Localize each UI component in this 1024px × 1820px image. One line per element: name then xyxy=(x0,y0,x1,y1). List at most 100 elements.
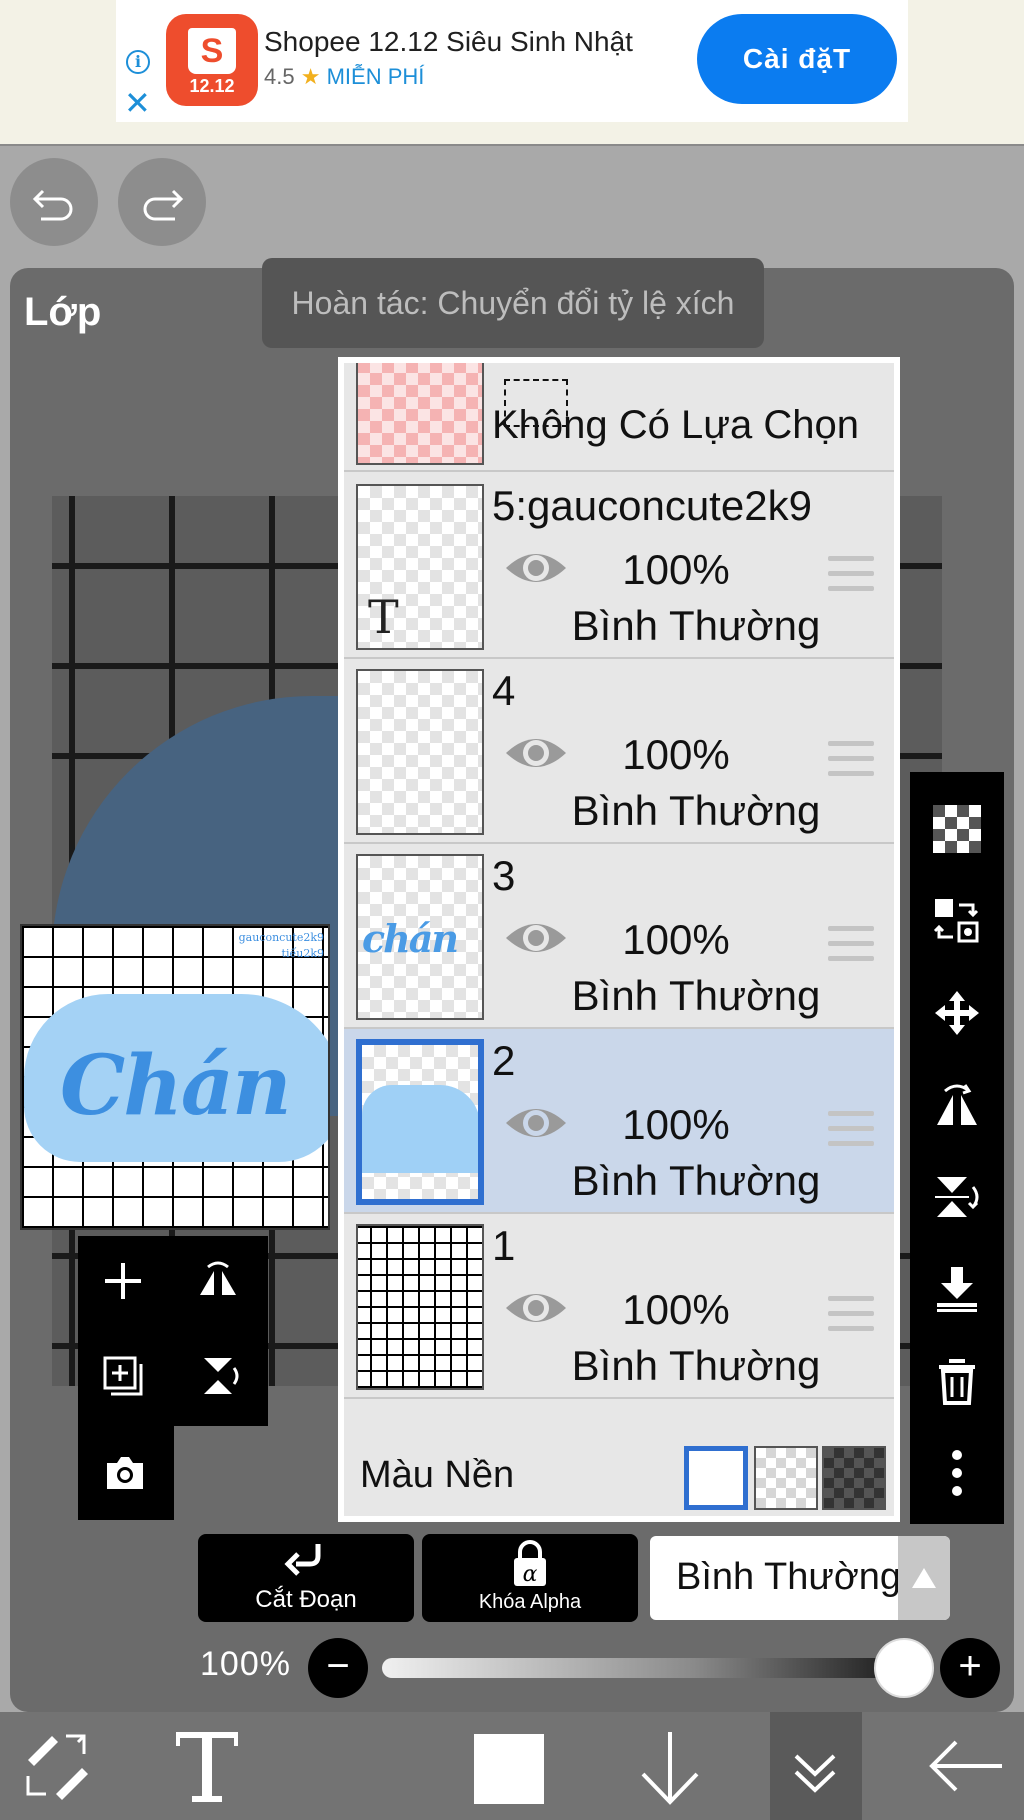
eye-icon[interactable] xyxy=(504,1101,568,1145)
alpha-lock-label: Khóa Alpha xyxy=(478,1591,582,1613)
camera-icon xyxy=(107,1457,143,1489)
alpha-lock-icon: α xyxy=(514,1540,546,1587)
layer-opacity: 100% xyxy=(622,1101,730,1148)
background-dark-swatch[interactable] xyxy=(822,1446,886,1510)
clipping-arrow-icon xyxy=(284,1544,321,1576)
back-arrow-icon xyxy=(929,1740,1002,1792)
more-icon xyxy=(952,1450,962,1496)
layer-swap-icon xyxy=(933,899,979,943)
ad-info-icon[interactable]: i xyxy=(126,50,150,74)
alpha-lock-button[interactable]: α Khóa Alpha xyxy=(422,1534,638,1622)
layer-opacity: 100% xyxy=(622,546,730,593)
ad-free-label: MIỄN PHÍ xyxy=(326,64,425,89)
eye-icon[interactable] xyxy=(504,1286,568,1330)
move-icon xyxy=(935,991,979,1035)
flip-vertical-button[interactable] xyxy=(910,1152,1004,1242)
download-button[interactable] xyxy=(620,1712,720,1820)
layer-row-1[interactable]: 1 100% Bình Thường xyxy=(344,1214,894,1399)
color-swatch-button[interactable] xyxy=(460,1712,560,1820)
clipping-label: Cắt Đoạn xyxy=(255,1586,357,1613)
shopee-logo: S 12.12 xyxy=(166,14,258,106)
layer-thumb-5: T xyxy=(356,484,484,650)
flip-horizontal-button[interactable] xyxy=(910,1060,1004,1150)
preview-watermark: gauconcute2k9 tiếu2k9 xyxy=(239,930,324,962)
bottom-toolbar xyxy=(0,1712,1024,1820)
layer-name: 4 xyxy=(492,667,516,714)
ad-card[interactable]: i ✕ S 12.12 Shopee 12.12 Siêu Sinh Nhật … xyxy=(116,0,908,122)
plus-icon xyxy=(105,1263,141,1299)
layer-thumb-3: chán xyxy=(356,854,484,1020)
selection-layer-row[interactable]: Không Có Lựa Chọn xyxy=(344,363,894,472)
layer-mini-tools-camera xyxy=(78,1426,174,1520)
preview-watermark-line2: tiếu2k9 xyxy=(281,947,324,960)
transform-button[interactable] xyxy=(0,1712,110,1820)
ad-close-icon[interactable]: ✕ xyxy=(124,87,151,119)
background-color-row: Màu Nền xyxy=(344,1434,894,1516)
transparency-icon xyxy=(933,805,981,853)
merge-down-button[interactable] xyxy=(910,1244,1004,1334)
layer-thumb-cloud xyxy=(362,1085,478,1173)
layer-name: 3 xyxy=(492,852,516,899)
layer-swap-button[interactable] xyxy=(910,876,1004,966)
background-color-label: Màu Nền xyxy=(360,1454,515,1496)
back-button[interactable] xyxy=(912,1712,1024,1820)
flip-horizontal-icon xyxy=(200,1261,236,1295)
redo-button[interactable] xyxy=(118,158,206,246)
install-button[interactable]: Cài đặT xyxy=(697,14,897,104)
opacity-slider-thumb[interactable] xyxy=(874,1638,934,1698)
flip-horizontal-icon xyxy=(937,1084,977,1125)
collapse-button[interactable] xyxy=(770,1712,862,1820)
opacity-slider[interactable] xyxy=(382,1658,902,1678)
star-icon: ★ xyxy=(300,64,321,89)
delete-layer-button[interactable] xyxy=(910,1336,1004,1426)
text-tool-icon xyxy=(176,1732,238,1802)
redo-icon xyxy=(143,189,184,221)
layer-name: 5:gauconcute2k9 xyxy=(492,482,812,529)
drag-handle-icon[interactable] xyxy=(828,556,874,601)
opacity-increase-button[interactable]: + xyxy=(940,1638,1000,1698)
layer-row-2[interactable]: 2 100% Bình Thường xyxy=(344,1029,894,1214)
opacity-decrease-button[interactable]: − xyxy=(308,1638,368,1698)
drag-handle-icon[interactable] xyxy=(828,926,874,971)
eye-icon[interactable] xyxy=(504,546,568,590)
blend-mode-toggle[interactable] xyxy=(898,1536,950,1620)
layer-name: 1 xyxy=(492,1222,516,1269)
layer-row-3[interactable]: chán 3 100% Bình Thường xyxy=(344,844,894,1029)
blend-mode-select[interactable]: Bình Thường xyxy=(650,1536,950,1620)
merge-down-icon xyxy=(937,1267,977,1312)
layer-blend-mode: Bình Thường xyxy=(571,787,821,834)
text-tool-button[interactable] xyxy=(150,1712,260,1820)
collapse-icon xyxy=(794,1754,836,1793)
flip-vertical-icon xyxy=(204,1358,239,1394)
undo-button[interactable] xyxy=(10,158,98,246)
duplicate-layer-button[interactable] xyxy=(78,1331,168,1421)
add-layer-button[interactable] xyxy=(78,1236,168,1326)
selection-layer-thumb xyxy=(356,363,484,465)
move-button[interactable] xyxy=(910,968,1004,1058)
eye-icon[interactable] xyxy=(504,731,568,775)
drag-handle-icon[interactable] xyxy=(828,741,874,786)
eye-icon[interactable] xyxy=(504,916,568,960)
text-layer-icon: T xyxy=(368,590,399,644)
duplicate-icon xyxy=(103,1356,143,1396)
preview-watermark-line1: gauconcute2k9 xyxy=(238,931,324,944)
opacity-label: 100% xyxy=(200,1645,291,1683)
layer-blend-mode: Bình Thường xyxy=(571,1342,821,1389)
camera-button[interactable] xyxy=(80,1428,170,1518)
layer-row-4[interactable]: 4 100% Bình Thường xyxy=(344,659,894,844)
flip-vertical-icon xyxy=(935,1177,979,1217)
background-white-swatch[interactable] xyxy=(684,1446,748,1510)
drag-handle-icon[interactable] xyxy=(828,1296,874,1341)
transparency-button[interactable] xyxy=(910,784,1004,874)
layer-blend-mode: Bình Thường xyxy=(571,1157,821,1204)
trash-icon xyxy=(939,1359,975,1405)
flip-layer-vertical-button[interactable] xyxy=(173,1331,263,1421)
flip-layer-horizontal-button[interactable] xyxy=(173,1236,263,1326)
clipping-button[interactable]: Cắt Đoạn xyxy=(198,1534,414,1622)
background-transparent-swatch[interactable] xyxy=(754,1446,818,1510)
download-icon xyxy=(641,1732,699,1805)
ad-banner: i ✕ S 12.12 Shopee 12.12 Siêu Sinh Nhật … xyxy=(0,0,1024,146)
layer-row-5[interactable]: T 5:gauconcute2k9 100% Bình Thường xyxy=(344,474,894,659)
drag-handle-icon[interactable] xyxy=(828,1111,874,1156)
more-options-button[interactable] xyxy=(910,1428,1004,1518)
